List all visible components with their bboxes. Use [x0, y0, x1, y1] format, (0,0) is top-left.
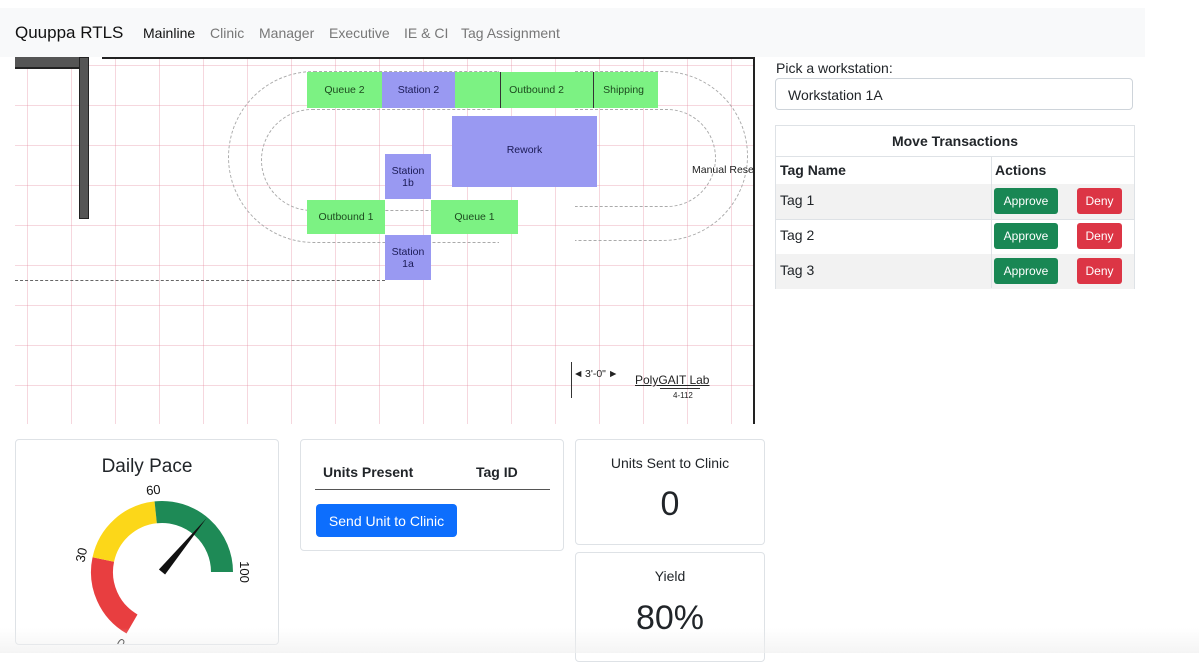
zone-divider — [593, 72, 594, 108]
zone-label: Outbound 1 — [318, 211, 374, 223]
dimension-tick — [571, 362, 572, 398]
approve-button[interactable]: Approve — [994, 188, 1058, 214]
zone-label: Queue 2 — [324, 84, 365, 96]
navbar: Quuppa RTLS Mainline Clinic Manager Exec… — [0, 8, 1145, 57]
gauge-tick-label: 30 — [72, 546, 90, 563]
dimension-label: 3'-0" — [585, 368, 606, 380]
zone-divider — [500, 72, 501, 108]
header-units-present: Units Present — [323, 464, 414, 480]
gauge-tick-label: 0 — [114, 635, 128, 644]
header-tag-id: Tag ID — [476, 464, 518, 480]
yield-card: Yield 80% — [575, 552, 765, 662]
daily-pace-title: Daily Pace — [101, 456, 193, 477]
zone-station-1a[interactable]: Station 1a — [385, 235, 431, 280]
header-rule — [315, 489, 550, 490]
zone-label: Station — [391, 164, 425, 177]
table-row: Tag 2 Approve Deny — [776, 219, 1134, 255]
tag-name: Tag 3 — [780, 262, 815, 278]
approve-button[interactable]: Approve — [994, 223, 1058, 249]
table-row: Tag 1 Approve Deny — [776, 184, 1134, 220]
floor-border — [102, 57, 755, 59]
units-sent-value: 0 — [660, 485, 680, 523]
gauge-tick-label: 100 — [237, 561, 252, 583]
tag-name: Tag 1 — [780, 192, 815, 208]
approve-button[interactable]: Approve — [994, 258, 1058, 284]
nav-link-clinic[interactable]: Clinic — [210, 25, 244, 41]
workstation-label: Pick a workstation: — [776, 60, 893, 76]
zone-shipping[interactable]: Shipping — [572, 72, 658, 108]
wall — [15, 57, 87, 69]
dashed-boundary — [15, 280, 385, 281]
zone-label: Shipping — [603, 84, 644, 96]
send-unit-to-clinic-button[interactable]: Send Unit to Clinic — [316, 504, 457, 537]
brand-link[interactable]: Quuppa RTLS — [15, 23, 123, 43]
deny-button[interactable]: Deny — [1077, 188, 1122, 214]
tag-name: Tag 2 — [780, 227, 815, 243]
zone-label: 1a — [402, 257, 414, 270]
zone-rework[interactable]: Rework — [452, 116, 597, 187]
zone-outbound-2[interactable]: Outbound 2 — [455, 72, 572, 108]
deny-button[interactable]: Deny — [1077, 258, 1122, 284]
lab-name: PolyGAIT Lab — [635, 373, 710, 387]
zone-queue-2[interactable]: Queue 2 — [307, 72, 382, 108]
zone-queue-1[interactable]: Queue 1 — [431, 200, 518, 234]
workstation-select[interactable]: Workstation 1A — [775, 78, 1133, 110]
zone-station-2[interactable]: Station 2 — [382, 72, 455, 108]
yield-value: 80% — [635, 599, 705, 637]
zone-outbound-1[interactable]: Outbound 1 — [307, 200, 385, 234]
header-actions: Actions — [995, 162, 1047, 178]
table-row: Tag 3 Approve Deny — [776, 254, 1134, 289]
workstation-select-value: Workstation 1A — [788, 87, 883, 103]
gauge-tick-label: 60 — [145, 484, 161, 498]
units-sent-card: Units Sent to Clinic 0 — [575, 439, 765, 545]
zone-label: Station — [391, 245, 425, 258]
zone-label: Queue 1 — [454, 211, 495, 223]
column-divider — [991, 156, 992, 288]
lab-room: 4-112 — [673, 391, 693, 400]
zone-label: 1b — [402, 176, 414, 189]
daily-pace-card: Daily Pace 0 30 60 100 — [15, 439, 279, 645]
zone-station-1b[interactable]: Station 1b — [385, 154, 431, 199]
gauge-arc-mid — [92, 501, 158, 563]
zone-label: Outbound 2 — [509, 84, 564, 96]
table-header: Tag Name Actions — [776, 156, 1134, 185]
floor-border — [753, 57, 755, 424]
header-tag-name: Tag Name — [780, 162, 846, 178]
dimension-arrow-left-icon: ◄ — [573, 368, 584, 380]
zone-label: Station 2 — [397, 84, 440, 96]
nav-link-mainline[interactable]: Mainline — [143, 25, 195, 41]
deny-button[interactable]: Deny — [1077, 223, 1122, 249]
pace-gauge: 0 30 60 100 — [72, 484, 252, 644]
units-present-card: Units Present Tag ID Send Unit to Clinic — [300, 439, 564, 551]
nav-link-tag-assignment[interactable]: Tag Assignment — [461, 25, 560, 41]
move-transactions-title: Move Transactions — [776, 126, 1134, 157]
wall — [79, 57, 89, 219]
zone-label: Rework — [506, 144, 543, 156]
move-transactions-table: Move Transactions Tag Name Actions Tag 1… — [775, 125, 1135, 289]
lab-name-rule — [660, 388, 700, 389]
nav-link-manager[interactable]: Manager — [259, 25, 314, 41]
nav-link-executive[interactable]: Executive — [329, 25, 390, 41]
floor-plan: Queue 2 Station 2 Outbound 2 Shipping Re… — [15, 57, 755, 424]
nav-link-ie-ci[interactable]: IE & CI — [404, 25, 448, 41]
manual-rework-label: Manual Rese — [692, 164, 754, 176]
dimension-arrow-right-icon: ► — [608, 368, 619, 380]
yield-label: Yield — [654, 568, 686, 584]
units-sent-label: Units Sent to Clinic — [610, 455, 730, 471]
gauge-arc-low — [90, 557, 138, 634]
